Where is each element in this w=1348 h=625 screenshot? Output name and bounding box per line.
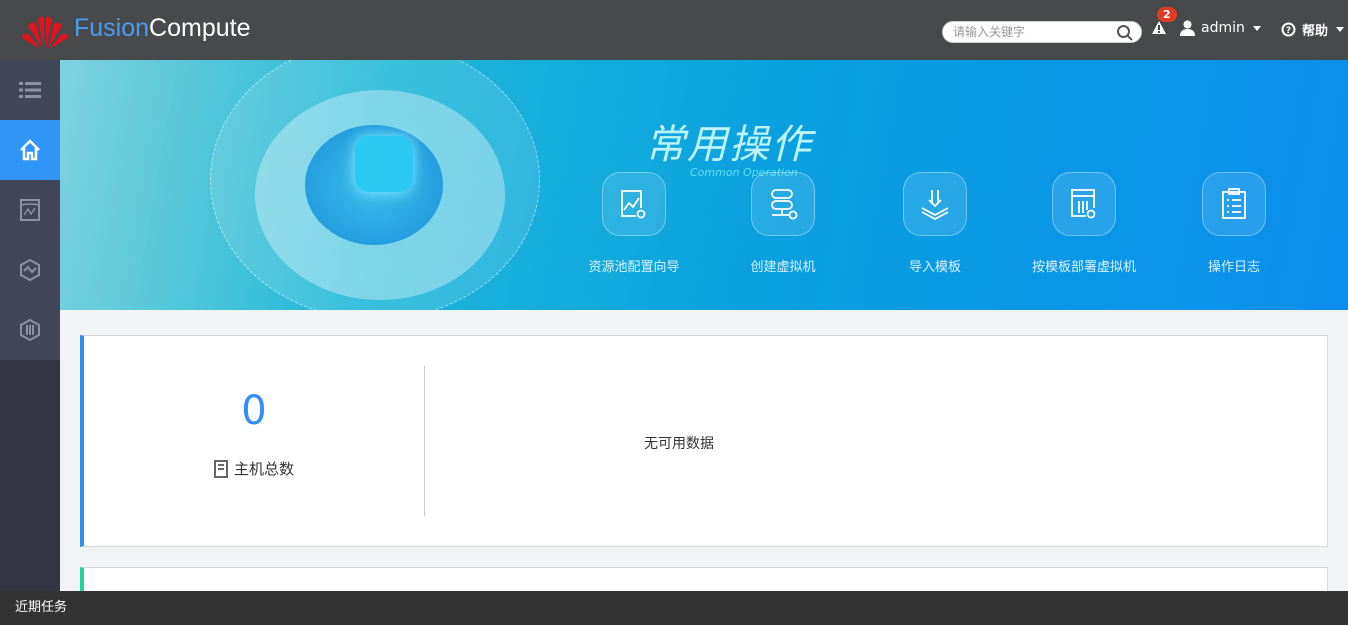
deploy-template-icon <box>1069 188 1099 220</box>
monitor-chart-icon <box>20 199 40 221</box>
user-icon <box>1180 20 1195 36</box>
operation-log-icon <box>1221 188 1247 220</box>
chevron-down-icon <box>1253 26 1261 31</box>
operation-pool-config[interactable]: 资源池配置向导 <box>554 172 714 275</box>
home-icon <box>19 139 41 161</box>
user-menu[interactable]: admin <box>1180 20 1261 36</box>
operation-deploy-from-template[interactable]: 按模板部署虚拟机 <box>1004 172 1164 275</box>
operation-import-template[interactable]: 导入模板 <box>855 172 1015 275</box>
chevron-down-icon <box>1336 27 1344 32</box>
operation-label: 操作日志 <box>1154 256 1314 275</box>
import-template-icon <box>919 188 951 220</box>
host-count[interactable]: 0 <box>84 388 424 434</box>
sidebar <box>0 60 60 591</box>
list-icon <box>19 81 41 99</box>
alarm-count-badge[interactable]: 2 <box>1157 7 1177 22</box>
brand-fusion: Fusion <box>74 14 149 42</box>
operation-label: 创建虚拟机 <box>703 256 863 275</box>
host-label-text: 主机总数 <box>234 458 294 479</box>
help-icon: ? <box>1281 22 1296 37</box>
svg-text:?: ? <box>1286 26 1291 36</box>
search-input[interactable] <box>953 25 1113 39</box>
top-header: FusionCompute 2 admin ? 帮助 <box>0 0 1348 60</box>
sidebar-item-services[interactable] <box>0 300 60 360</box>
divider <box>424 366 425 516</box>
operation-create-vm[interactable]: 创建虚拟机 <box>703 172 863 275</box>
operation-label: 导入模板 <box>855 256 1015 275</box>
help-menu[interactable]: ? 帮助 <box>1281 20 1344 39</box>
server-icon <box>214 460 228 478</box>
sidebar-item-home[interactable] <box>0 120 60 180</box>
recent-tasks-label[interactable]: 近期任务 <box>15 600 67 615</box>
sidebar-item-resources[interactable] <box>0 240 60 300</box>
host-total-label: 主机总数 <box>84 458 424 479</box>
huawei-logo <box>20 12 70 50</box>
no-data-message: 无可用数据 <box>644 433 714 453</box>
operation-log[interactable]: 操作日志 <box>1154 172 1314 275</box>
pool-config-icon <box>619 188 649 220</box>
username: admin <box>1201 20 1245 36</box>
recent-tasks-bar[interactable]: 近期任务 <box>0 591 1348 625</box>
cloud-server-icon <box>355 136 413 192</box>
sidebar-item-menu[interactable] <box>0 60 60 120</box>
service-hexagon-icon <box>20 319 40 341</box>
help-label: 帮助 <box>1302 20 1328 39</box>
banner-title: 常用操作 <box>645 112 813 170</box>
resource-hexagon-icon <box>20 259 40 281</box>
common-operations-banner: 常用操作 Common Operation 资源池配置向导 创建虚拟机 导入模板… <box>60 60 1348 310</box>
search-icon[interactable] <box>1116 24 1134 42</box>
search-box[interactable] <box>942 21 1142 43</box>
alarm-icon[interactable] <box>1151 20 1167 36</box>
operation-label: 按模板部署虚拟机 <box>1004 256 1164 275</box>
product-name: FusionCompute <box>74 14 251 43</box>
brand-compute: Compute <box>149 14 250 42</box>
host-summary-card: 0 主机总数 无可用数据 <box>80 335 1328 547</box>
create-vm-icon <box>767 188 799 220</box>
sidebar-item-monitor[interactable] <box>0 180 60 240</box>
operation-label: 资源池配置向导 <box>554 256 714 275</box>
